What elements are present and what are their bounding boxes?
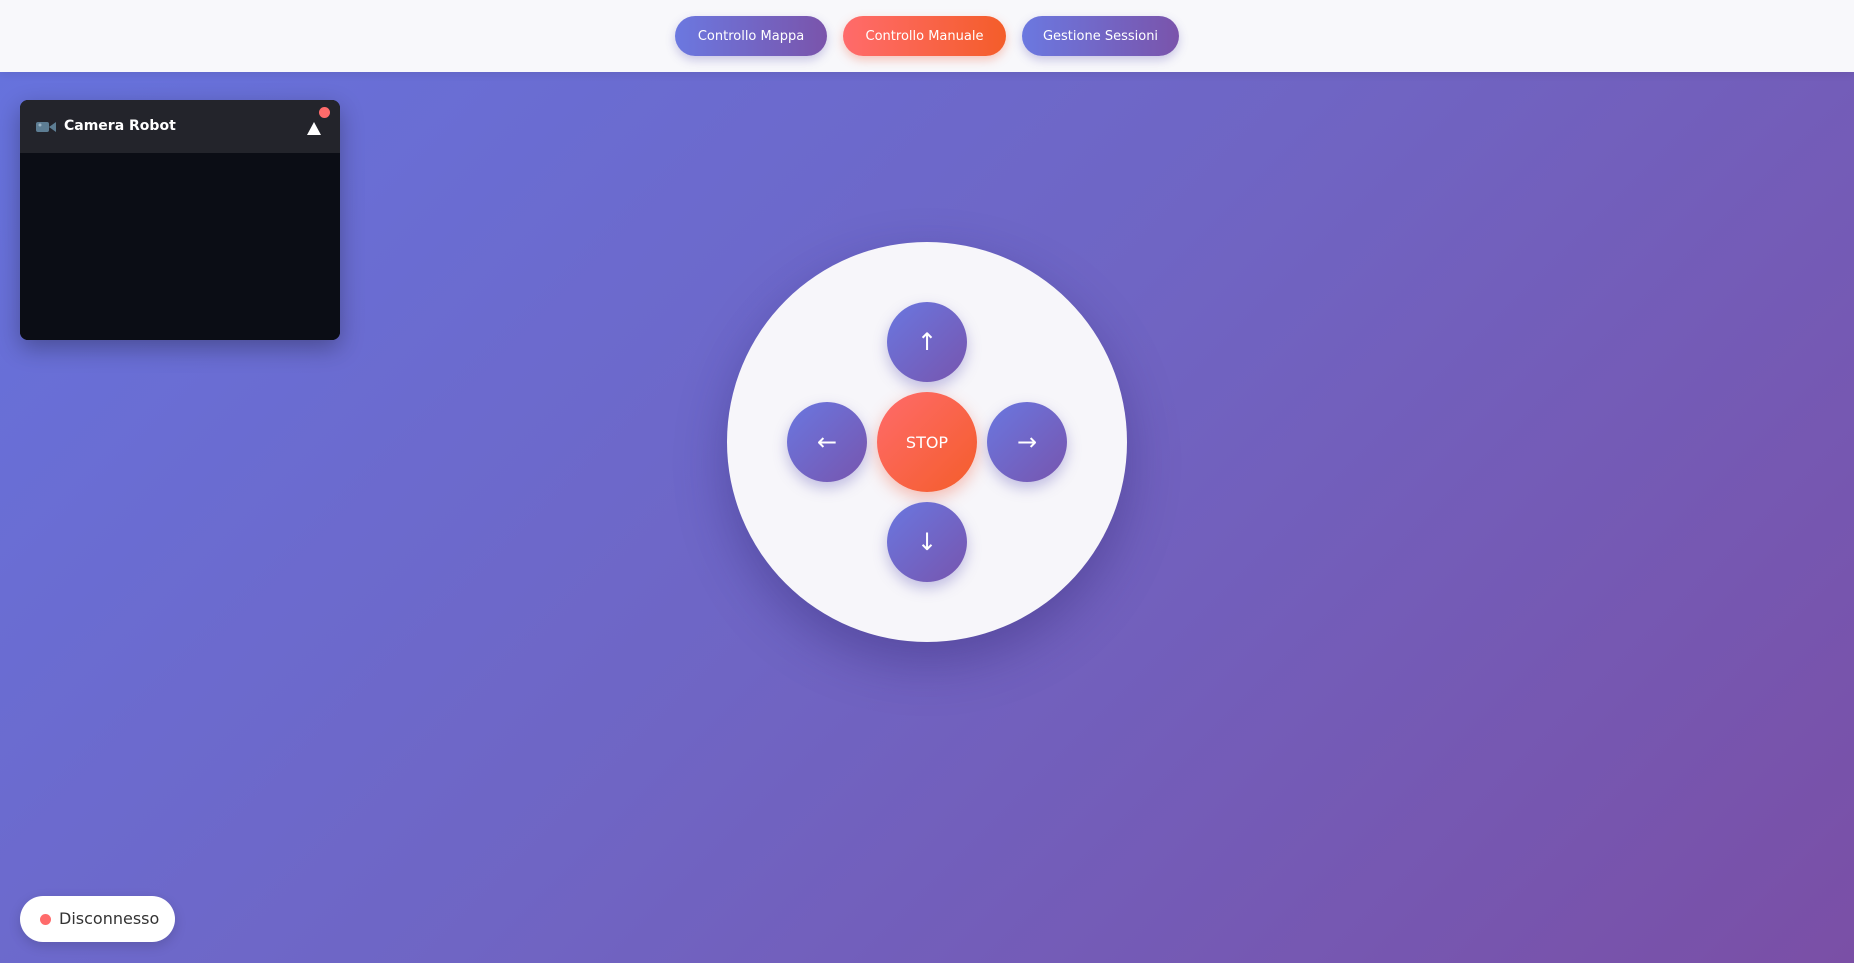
connection-status-badge: Disconnesso: [20, 896, 175, 942]
status-text: Disconnesso: [59, 909, 160, 928]
turn-right-button[interactable]: →: [987, 402, 1067, 482]
stop-button[interactable]: STOP: [877, 392, 977, 492]
move-forward-button[interactable]: ↑: [887, 302, 967, 382]
triangle-up-icon[interactable]: [306, 120, 322, 136]
top-nav-bar: Controllo Mappa Controllo Manuale Gestio…: [0, 0, 1854, 72]
status-dot: [40, 914, 51, 925]
camera-panel: Camera Robot: [20, 100, 340, 340]
recording-indicator: [319, 107, 330, 118]
video-camera-icon: [36, 119, 56, 133]
tab-controllo-manuale[interactable]: Controllo Manuale: [843, 16, 1006, 56]
tab-gestione-sessioni[interactable]: Gestione Sessioni: [1022, 16, 1179, 56]
turn-left-button[interactable]: ←: [787, 402, 867, 482]
direction-pad: ↑ ← STOP → ↓: [727, 242, 1127, 642]
move-backward-button[interactable]: ↓: [887, 502, 967, 582]
tab-controllo-mappa[interactable]: Controllo Mappa: [675, 16, 827, 56]
camera-feed: [20, 153, 340, 340]
camera-title: Camera Robot: [64, 118, 176, 134]
camera-header: Camera Robot: [20, 100, 340, 153]
